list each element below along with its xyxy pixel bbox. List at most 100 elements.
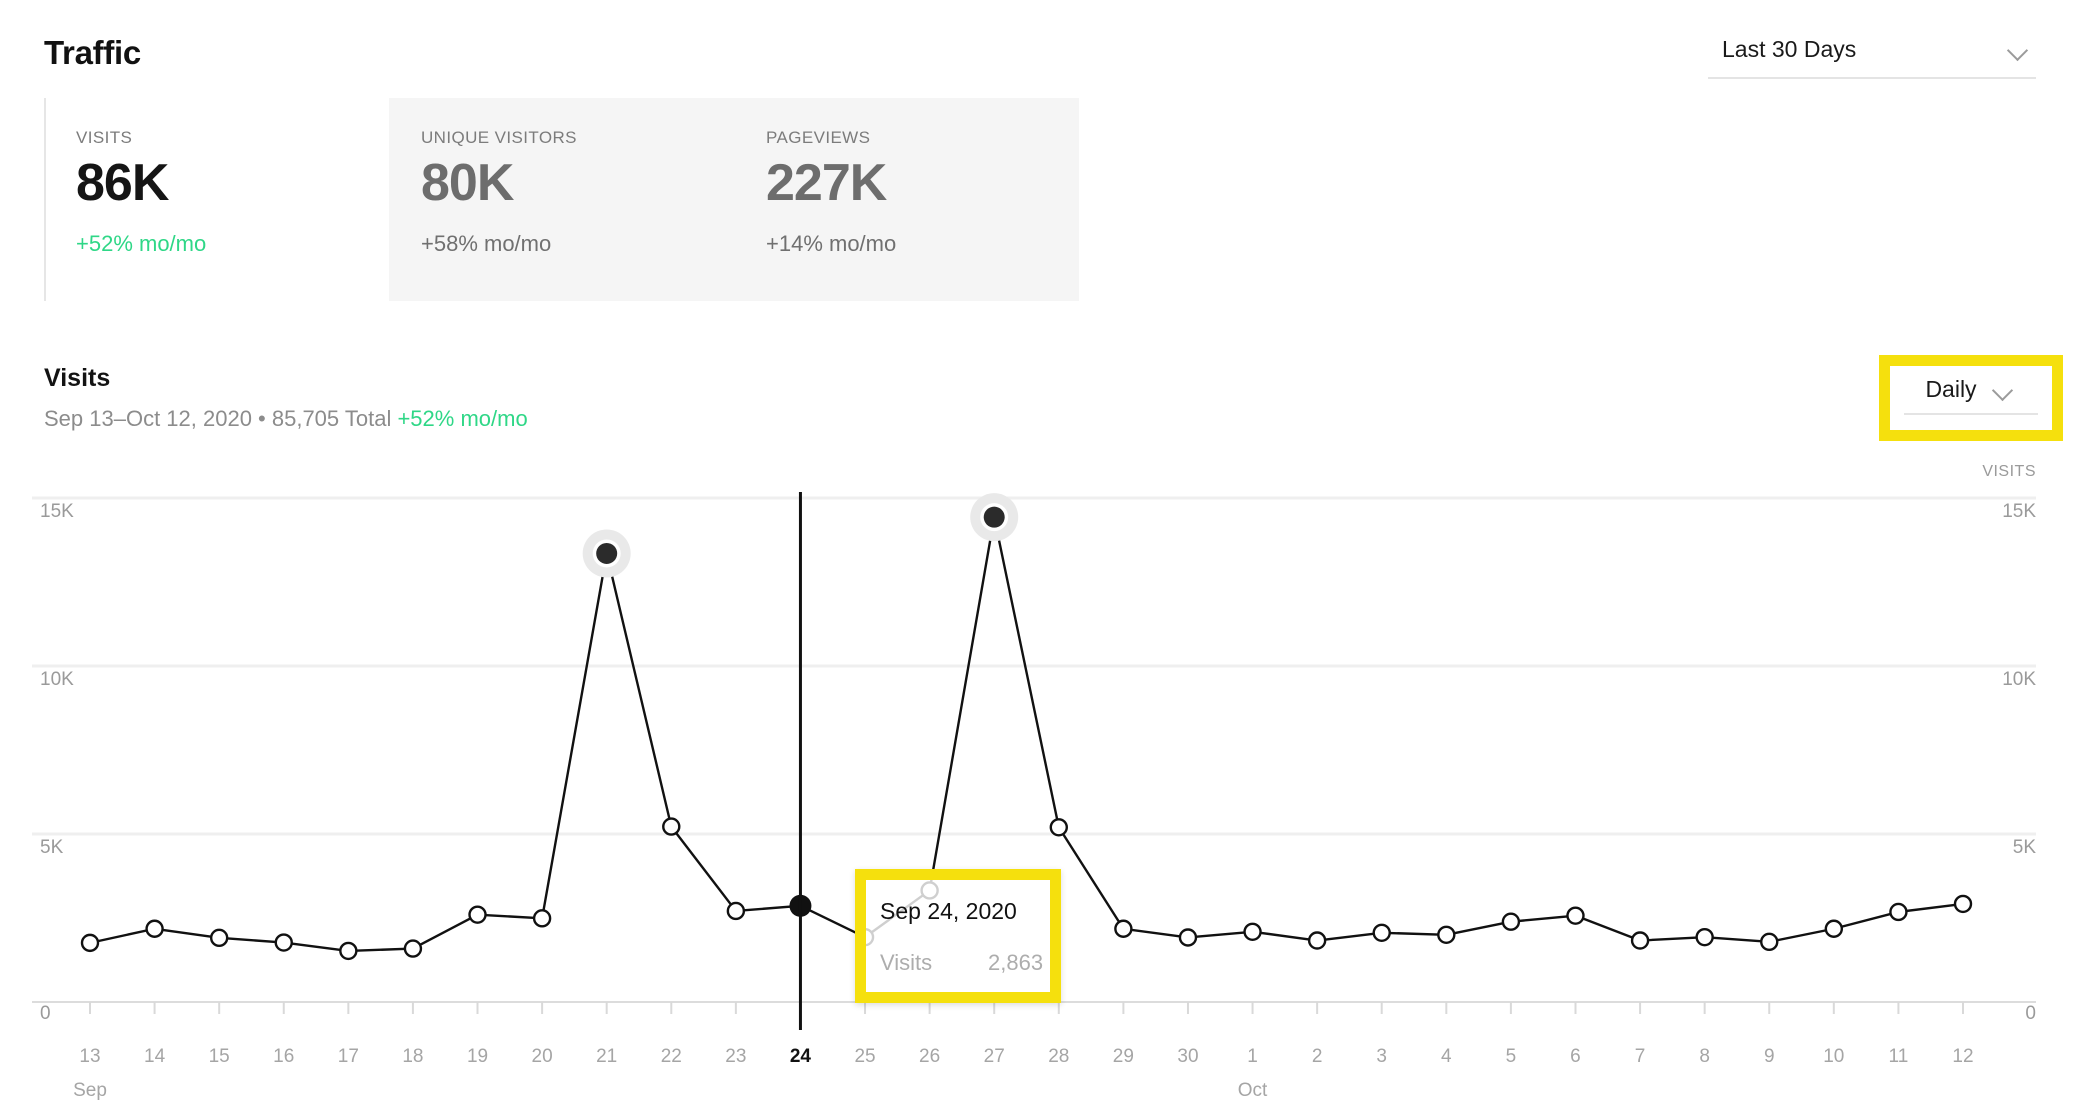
stat-label: UNIQUE VISITORS [421,128,577,147]
stat-value: 80K [421,154,514,212]
stat-delta: +14% mo/mo [766,230,897,256]
data-point [1566,906,1585,925]
data-point [1695,927,1714,947]
peak-ring [592,539,621,568]
stat-delta: +58% mo/mo [421,230,552,256]
y-axis-tick-label: 15K [2002,501,2036,522]
data-point [1243,922,1262,941]
data-point [1824,919,1844,938]
data-point [1372,923,1391,942]
x-axis-tick-label: 30 [1177,1046,1199,1067]
tooltip-metric-value: 2,863 [988,950,1044,975]
x-axis-tick-label: 24 [789,1046,812,1067]
y-axis-tick-label: 5K [2012,837,2036,858]
stat-delta: +52% mo/mo [76,230,207,256]
x-axis-tick-label: 11 [1888,1046,1909,1067]
stat-card-visits: VISITS 86K +52% mo/mo [44,98,389,301]
x-axis-tick-label: 15 [208,1046,230,1067]
x-axis-tick-label: 29 [1112,1046,1134,1067]
data-point [726,901,746,921]
x-axis-tick-label: 9 [1763,1046,1775,1067]
chevron-down-icon [2006,37,2032,63]
x-axis-tick-label: 17 [337,1046,359,1067]
y-axis-tick-label: 10K [2002,669,2036,690]
x-axis-tick-label: 10 [1823,1046,1845,1067]
x-axis-tick-label: 28 [1048,1046,1070,1067]
stat-card-pageviews: PAGEVIEWS 227K +14% mo/mo [734,98,1079,301]
data-point [1178,928,1198,947]
date-range-value: Last 30 Days [1722,36,1857,62]
chart-section-title: Visits [44,364,111,392]
data-point [1501,912,1521,931]
data-point [662,817,681,836]
chart-section-subtitle: Sep 13–Oct 12, 2020 • 85,705 Total +52% … [44,406,528,432]
x-axis-tick-label: 4 [1441,1046,1452,1067]
data-point [1437,925,1456,944]
granularity-select[interactable]: Daily [1904,376,2038,415]
data-point [339,941,358,961]
x-axis-month-label: Oct [1237,1080,1268,1101]
y-axis-unit-label: VISITS [1982,463,2036,480]
y-axis-tick-label: 15K [40,501,74,522]
x-axis-tick-label: 16 [273,1046,295,1067]
y-axis-tick-label: 5K [40,837,64,858]
traffic-dashboard: Traffic Last 30 Days VISITS 86K +52% mo/… [0,0,2074,1118]
data-point [274,933,293,952]
data-point [1049,818,1068,837]
x-axis-tick-label: 27 [983,1046,1005,1067]
data-point [1630,931,1650,950]
data-point [1760,932,1779,952]
x-axis-tick-label: 2 [1311,1046,1323,1067]
selected-point-dot [789,894,812,917]
y-axis-tick-label: 10K [40,669,74,690]
x-axis-tick-label: 8 [1699,1046,1710,1067]
page-title: Traffic [44,34,141,71]
peak-dot [983,506,1005,528]
x-axis-tick-label: 18 [402,1046,424,1067]
data-point [80,933,100,953]
x-axis-tick-label: 23 [725,1046,747,1067]
x-axis-tick-label: 26 [919,1046,941,1067]
x-axis-tick-label: 22 [660,1046,682,1067]
x-axis-tick-label: 21 [596,1046,618,1067]
granularity-value: Daily [1925,376,1977,402]
tooltip-highlight-box [855,869,1061,1003]
stat-card-unique-visitors: UNIQUE VISITORS 80K +58% mo/mo [389,98,734,301]
chart-delta: +52% mo/mo [397,406,528,431]
chart-range-total: Sep 13–Oct 12, 2020 • 85,705 Total [44,406,398,431]
peak-dot [596,542,618,564]
data-point [1889,902,1908,922]
tooltip-date: Sep 24, 2020 [880,898,1017,924]
x-axis-tick-label: 14 [144,1046,166,1067]
y-axis-tick-label: 0 [40,1003,51,1024]
x-axis-month-label: Sep [73,1080,107,1101]
x-axis-tick-label: 6 [1570,1046,1581,1067]
x-axis-tick-label: 20 [531,1046,553,1067]
data-point [145,919,164,938]
date-range-select[interactable]: Last 30 Days [1708,36,2036,79]
x-axis-tick-label: 1 [1247,1046,1258,1067]
peak-ring [980,503,1009,532]
x-axis-tick-label: 13 [79,1046,101,1067]
tooltip-metric-label: Visits [880,950,933,975]
stat-label: PAGEVIEWS [766,128,871,147]
data-point [1307,931,1327,950]
x-axis-tick-label: 7 [1634,1046,1646,1067]
data-point [468,905,487,924]
x-axis-tick-label: 12 [1952,1046,1974,1067]
stat-label: VISITS [76,128,133,147]
stat-value: 227K [766,154,887,212]
x-axis-tick-label: 25 [854,1046,876,1067]
data-point [532,909,552,928]
peak-halo [582,529,631,578]
x-axis-tick-label: 5 [1505,1046,1517,1067]
x-axis-tick-label: 3 [1376,1046,1388,1067]
data-point [1953,894,1973,914]
data-point [209,928,229,948]
chevron-down-icon [1991,377,2017,403]
peak-halo [970,493,1019,542]
data-point [403,939,423,958]
data-point [1114,919,1133,938]
stat-value: 86K [76,154,169,212]
y-axis-tick-label: 0 [2025,1003,2036,1024]
